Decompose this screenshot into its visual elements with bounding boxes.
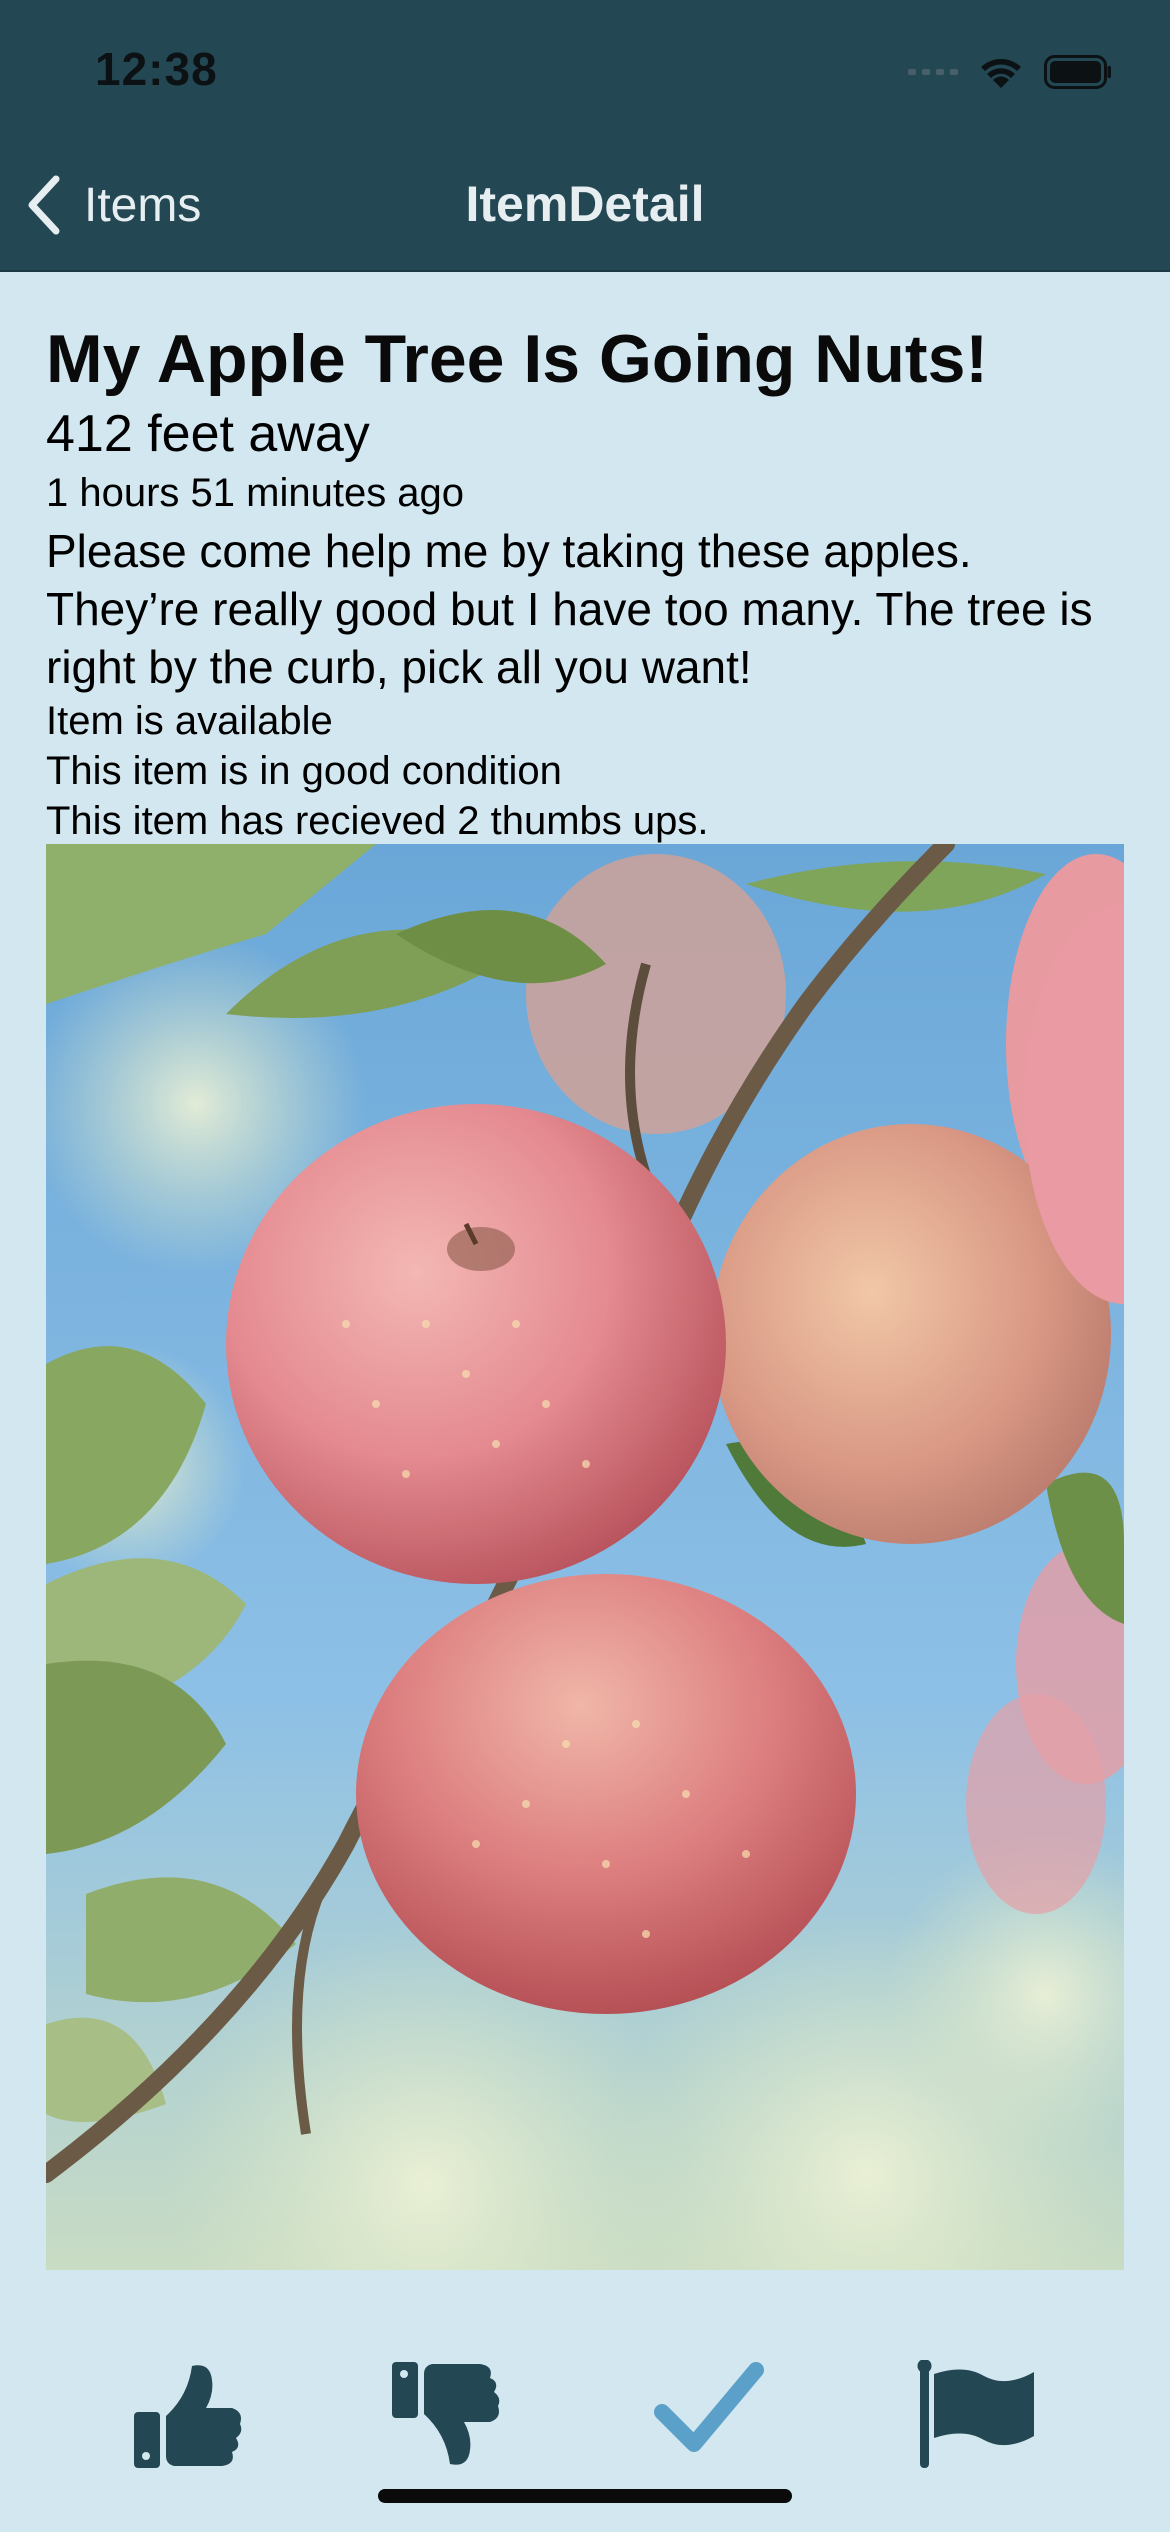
- item-posted-time: 1 hours 51 minutes ago: [46, 471, 465, 515]
- action-toolbar: [0, 2360, 1170, 2480]
- checkmark-icon[interactable]: [654, 2360, 764, 2456]
- item-details: My Apple Tree Is Going Nuts! 412 feet aw…: [46, 318, 1126, 846]
- item-availability: Item is available: [46, 699, 333, 743]
- navigation-bar: 12:38 Items ItemDetail: [0, 0, 1170, 272]
- wifi-icon: [978, 54, 1024, 90]
- flag-icon[interactable]: [916, 2360, 1036, 2470]
- item-condition: This item is in good condition: [46, 749, 562, 793]
- battery-icon: [1044, 55, 1112, 89]
- cellular-signal-icon: [908, 69, 958, 75]
- item-title: My Apple Tree Is Going Nuts!: [46, 321, 989, 397]
- thumbs-up-icon[interactable]: [132, 2360, 244, 2470]
- item-distance: 412 feet away: [46, 405, 370, 463]
- page-title: ItemDetail: [465, 176, 705, 232]
- item-description: Please come help me by taking these appl…: [46, 525, 1093, 693]
- item-detail-screen: 12:38 Items ItemDetail My Apple Tree Is …: [0, 0, 1170, 2532]
- item-photo: [46, 844, 1124, 2270]
- item-thumbs-count: This item has recieved 2 thumbs ups.: [46, 799, 709, 843]
- status-time: 12:38: [95, 43, 218, 95]
- thumbs-down-icon[interactable]: [390, 2360, 502, 2472]
- home-indicator[interactable]: [378, 2489, 792, 2503]
- status-indicators: [908, 52, 1112, 92]
